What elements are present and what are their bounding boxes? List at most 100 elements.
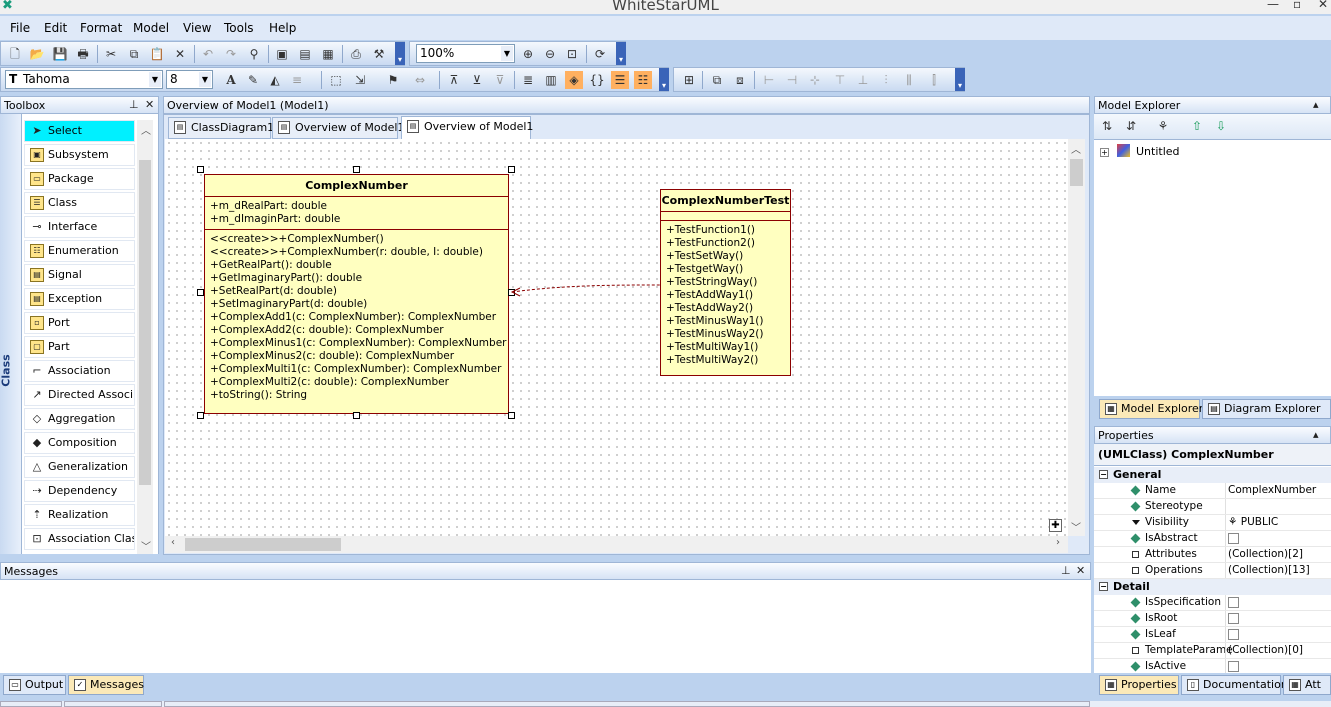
toolbox-scrollbar[interactable]: ︿ ﹀ [137,120,153,554]
close-window-icon[interactable]: ✕ [1318,0,1328,11]
scroll-down-icon[interactable]: ﹀ [1071,519,1081,534]
toolbar-overflow-icon[interactable]: ▾ [955,68,965,91]
view-mode-icon[interactable]: ◈ [565,71,583,89]
property-value[interactable] [1225,499,1331,514]
toolbox-item[interactable]: ➤ Select [24,120,135,142]
align-left-icon[interactable]: ⊢ [760,71,778,89]
toolbox-item[interactable]: ⊡ Association Class [24,528,135,550]
canvas-horizontal-scrollbar[interactable]: ‹ › [165,536,1068,553]
toolbox-item[interactable]: ☰ Class [24,192,135,214]
property-row[interactable]: TemplateParame (Collection)[0] [1094,643,1331,659]
scroll-up-icon[interactable]: ︿ [1071,141,1081,156]
toolbox-item[interactable]: ▤ Exception [24,288,135,310]
collapse-panel-icon[interactable]: ▴ [1313,428,1319,441]
show-ops-icon[interactable]: ☰ [611,71,629,89]
paste-icon[interactable]: 📋 [148,45,166,63]
toolbox-item[interactable]: ⊸ Interface [24,216,135,238]
maximize-icon[interactable]: ▫ [1293,0,1301,11]
zoom-fit-icon[interactable]: ⊡ [563,45,581,63]
property-row[interactable]: IsLeaf [1094,627,1331,643]
expand-icon[interactable]: + [1100,148,1109,157]
property-checkbox[interactable] [1228,597,1239,608]
toolbar-overflow-icon[interactable]: ▾ [659,68,669,91]
distribute-icon[interactable]: ⫿ [925,71,943,89]
property-row[interactable]: IsAbstract [1094,531,1331,547]
toolbox-item[interactable]: ◆ Composition [24,432,135,454]
menu-file[interactable]: File [10,21,30,35]
tab-class-diagram[interactable]: ▤ ClassDiagram1 [168,117,274,139]
xml-icon[interactable]: ⎙ [347,45,365,63]
property-row[interactable]: IsSpecification [1094,595,1331,611]
refresh-icon[interactable]: ⟳ [591,45,609,63]
collapse-icon[interactable]: − [1099,582,1108,591]
font-size-combo[interactable]: 8 ▼ [166,70,213,89]
property-row[interactable]: Operations (Collection)[13] [1094,563,1331,579]
tab-documentation[interactable]: ▯ Documentation [1181,675,1288,695]
tree-item-root[interactable]: + Untitled [1100,144,1180,158]
property-row[interactable]: Stereotype [1094,499,1331,515]
check-model-icon[interactable]: ▣ [273,45,291,63]
menu-help[interactable]: Help [269,21,296,35]
toolbox-item[interactable]: ▭ Package [24,168,135,190]
scrollbar-thumb[interactable] [139,160,151,485]
property-value[interactable]: (Collection)[13] [1225,563,1331,578]
menu-edit[interactable]: Edit [44,21,67,35]
toolbox-item[interactable]: ⇢ Dependency [24,480,135,502]
send-back-icon[interactable]: ⧈ [731,71,749,89]
sort-asc-icon[interactable]: ⇅ [1098,117,1116,135]
property-value[interactable] [1225,531,1331,546]
property-value[interactable]: ⚘ PUBLIC [1225,515,1331,530]
align-right-icon[interactable]: ⊣ [783,71,801,89]
align-middle-icon[interactable]: ⫶ [877,71,895,89]
toolbox-item[interactable]: ▫ Port [24,312,135,334]
font-icon[interactable]: A [222,71,240,89]
suppress-icon[interactable]: ⚑ [384,71,402,89]
toolbox-item[interactable]: ◇ Aggregation [24,408,135,430]
menu-format[interactable]: Format [80,21,122,35]
property-row[interactable]: IsRoot [1094,611,1331,627]
property-category[interactable]: − Detail [1094,579,1331,595]
undo-icon[interactable]: ↶ [199,45,217,63]
property-row[interactable]: Attributes (Collection)[2] [1094,547,1331,563]
braces-icon[interactable]: {} [588,71,606,89]
menu-model[interactable]: Model [133,21,169,35]
scroll-left-icon[interactable]: ‹ [171,537,175,548]
uml-class-complexnumbertest[interactable]: ComplexNumberTest +TestFunction1() +TestF… [660,189,791,376]
property-value[interactable] [1225,659,1331,673]
canvas-vertical-scrollbar[interactable]: ︿ ﹀ [1068,139,1085,536]
pin-icon[interactable]: ⊥ [1061,564,1071,577]
pin-icon[interactable]: ⊥ [129,98,139,111]
sort-desc-icon[interactable]: ⇵ [1122,117,1140,135]
property-checkbox[interactable] [1228,629,1239,640]
print-icon[interactable]: 🖶 [74,45,92,63]
property-checkbox[interactable] [1228,613,1239,624]
property-value[interactable] [1225,611,1331,626]
redo-icon[interactable]: ↷ [222,45,240,63]
tab-diagram-explorer[interactable]: ▤ Diagram Explorer [1202,399,1331,419]
scrollbar-thumb[interactable] [1070,159,1083,186]
toolbox-item[interactable]: ⌐ Association [24,360,135,382]
align-bottom-icon[interactable]: ⊥ [854,71,872,89]
select-all-icon[interactable]: ⬚ [327,71,345,89]
close-icon[interactable]: ✕ [145,98,154,111]
tab-messages[interactable]: ✓ Messages [68,675,144,695]
scroll-down-icon[interactable]: ﹀ [141,538,151,553]
property-row[interactable]: Visibility ⚘ PUBLIC [1094,515,1331,531]
settings-icon[interactable]: ⚒ [370,45,388,63]
menu-view[interactable]: View [183,21,211,35]
property-row[interactable]: IsActive [1094,659,1331,673]
chevron-down-icon[interactable]: ▼ [149,72,161,87]
find-icon[interactable]: ⚲ [245,45,263,63]
scroll-up-icon[interactable]: ︿ [141,122,151,137]
tab-attachments[interactable]: ▦ Att [1283,675,1331,695]
copy-icon[interactable]: ⧉ [125,45,143,63]
menu-tools[interactable]: Tools [224,21,254,35]
zoom-in-icon[interactable]: ⊕ [519,45,537,63]
bring-front-icon[interactable]: ⧉ [708,71,726,89]
scrollbar-thumb[interactable] [185,538,341,551]
font-name-combo[interactable]: T Tahoma ▼ [5,70,163,89]
add-element-icon[interactable]: ⚘ [1154,117,1172,135]
toolbox-group-tab[interactable]: Class [0,114,22,554]
align-center-icon[interactable]: ⊹ [806,71,824,89]
property-value[interactable] [1225,595,1331,610]
